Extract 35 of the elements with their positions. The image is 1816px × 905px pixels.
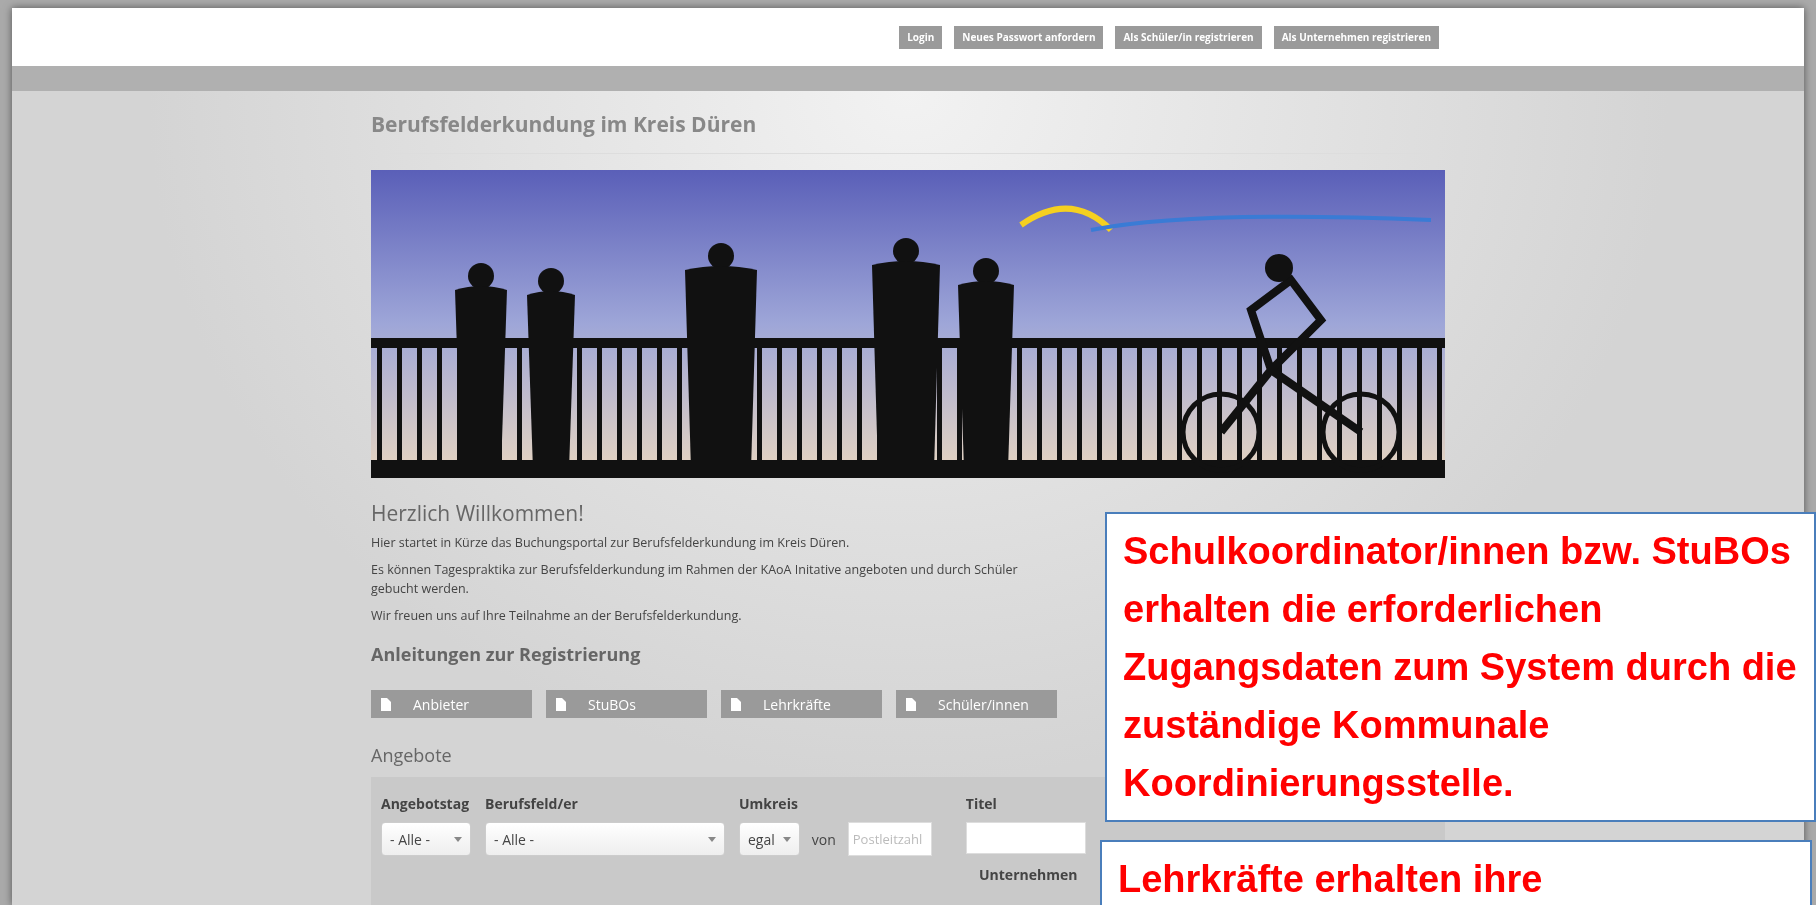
- welcome-text: Hier startet in Kürze das Buchungsportal zur Berufsfelderkundung im Kreis Düren.: [371, 533, 851, 552]
- document-icon: [381, 697, 391, 711]
- nav-button[interactable]: Als Unternehmen registrieren: [1273, 25, 1439, 49]
- welcome-heading: Herzlich Willkommen!: [371, 497, 585, 529]
- welcome-text: Wir freuen uns auf Ihre Teilnahme an der Berufsfelderkundung.: [371, 606, 743, 625]
- filter-label: Umkreis: [739, 793, 799, 814]
- dropdown[interactable]: egal: [739, 822, 800, 856]
- postcode-field[interactable]: Postleitzahl: [847, 822, 932, 856]
- callout-note: Lehrkräfte erhalten ihre: [1100, 840, 1812, 905]
- filter-label: Titel: [965, 793, 998, 814]
- caret-icon: [454, 836, 462, 842]
- section-heading: Anleitungen zur Registrierung: [371, 641, 641, 668]
- filter-label: Unternehmen: [979, 864, 1078, 885]
- offers-heading: Angebote: [371, 742, 452, 769]
- nav-button[interactable]: Als Schüler/in registrieren: [1115, 25, 1262, 49]
- filter-label: Berufsfeld/er: [485, 793, 579, 814]
- guide-button[interactable]: Schüler/innen: [896, 690, 1057, 718]
- page-title: Berufsfelderkundung im Kreis Düren: [371, 91, 1445, 154]
- document-icon: [556, 697, 566, 711]
- von-label: von: [811, 828, 836, 850]
- nav-button[interactable]: Login: [899, 25, 943, 49]
- caret-icon: [782, 836, 791, 842]
- guide-button[interactable]: Lehrkräfte: [721, 690, 882, 718]
- caret-icon: [708, 836, 716, 842]
- title-field[interactable]: [965, 822, 1086, 854]
- filter-label: Angebotstag: [381, 793, 471, 814]
- dropdown[interactable]: - Alle -: [485, 822, 725, 856]
- guide-button[interactable]: StuBOs: [546, 690, 707, 718]
- welcome-text: Es können Tagespraktika zur Berufsfelderkundung im Rahmen der KAoA Initative angeboten und durch Schüler gebucht werden.: [371, 560, 1019, 598]
- document-icon: [731, 697, 741, 711]
- callout-note: Schulkoordinator/innen bzw. StuBOs erhalten die erforderlichen Zugangsdaten zum System durch die zuständige Kommunale Koordinierungsstelle.: [1105, 512, 1816, 822]
- dropdown[interactable]: - Alle -: [381, 822, 471, 856]
- guide-button[interactable]: Anbieter: [371, 690, 532, 718]
- nav-button[interactable]: Neues Passwort anfordern: [954, 25, 1104, 49]
- document-icon: [906, 697, 916, 711]
